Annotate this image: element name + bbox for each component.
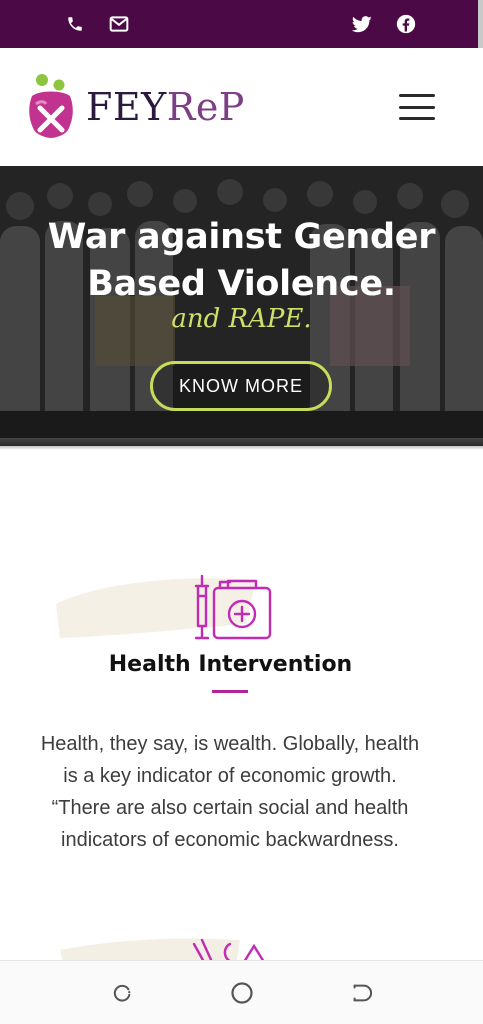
site-header: FEYReP	[0, 48, 483, 166]
title-underline	[212, 690, 248, 693]
hero-banner: War against Gender Based Violence. and R…	[0, 166, 483, 446]
home-icon[interactable]	[230, 981, 254, 1005]
hero-script-text: and RAPE.	[171, 304, 312, 334]
hamburger-menu-icon[interactable]	[399, 94, 435, 120]
top-contact-bar	[0, 0, 483, 48]
social-icons	[351, 13, 417, 35]
logo-text: FEYReP	[86, 85, 245, 129]
medical-kit-syringe-icon	[194, 574, 272, 640]
hero-shadow	[0, 438, 483, 450]
menu-line	[399, 94, 435, 97]
twitter-icon[interactable]	[351, 13, 373, 35]
system-navigation-bar	[0, 960, 483, 1024]
section-body-text: Health, they say, is wealth. Globally, h…	[40, 733, 420, 851]
section-title: Health Intervention	[108, 652, 353, 677]
logo-text-accent: ReP	[166, 85, 245, 129]
contact-icons	[64, 13, 130, 35]
back-icon[interactable]	[349, 981, 373, 1005]
menu-line	[399, 117, 435, 120]
logo-text-main: FEY	[86, 85, 167, 129]
recents-icon[interactable]	[110, 981, 134, 1005]
logo-figure-icon	[29, 74, 73, 138]
site-logo[interactable]: FEYReP	[26, 74, 245, 140]
hero-title: War against Gender Based Violence.	[47, 217, 436, 304]
phone-icon[interactable]	[64, 13, 86, 35]
mail-icon[interactable]	[108, 13, 130, 35]
facebook-icon[interactable]	[395, 13, 417, 35]
know-more-button[interactable]: KNOW MORE	[150, 361, 332, 411]
menu-line	[399, 105, 435, 109]
